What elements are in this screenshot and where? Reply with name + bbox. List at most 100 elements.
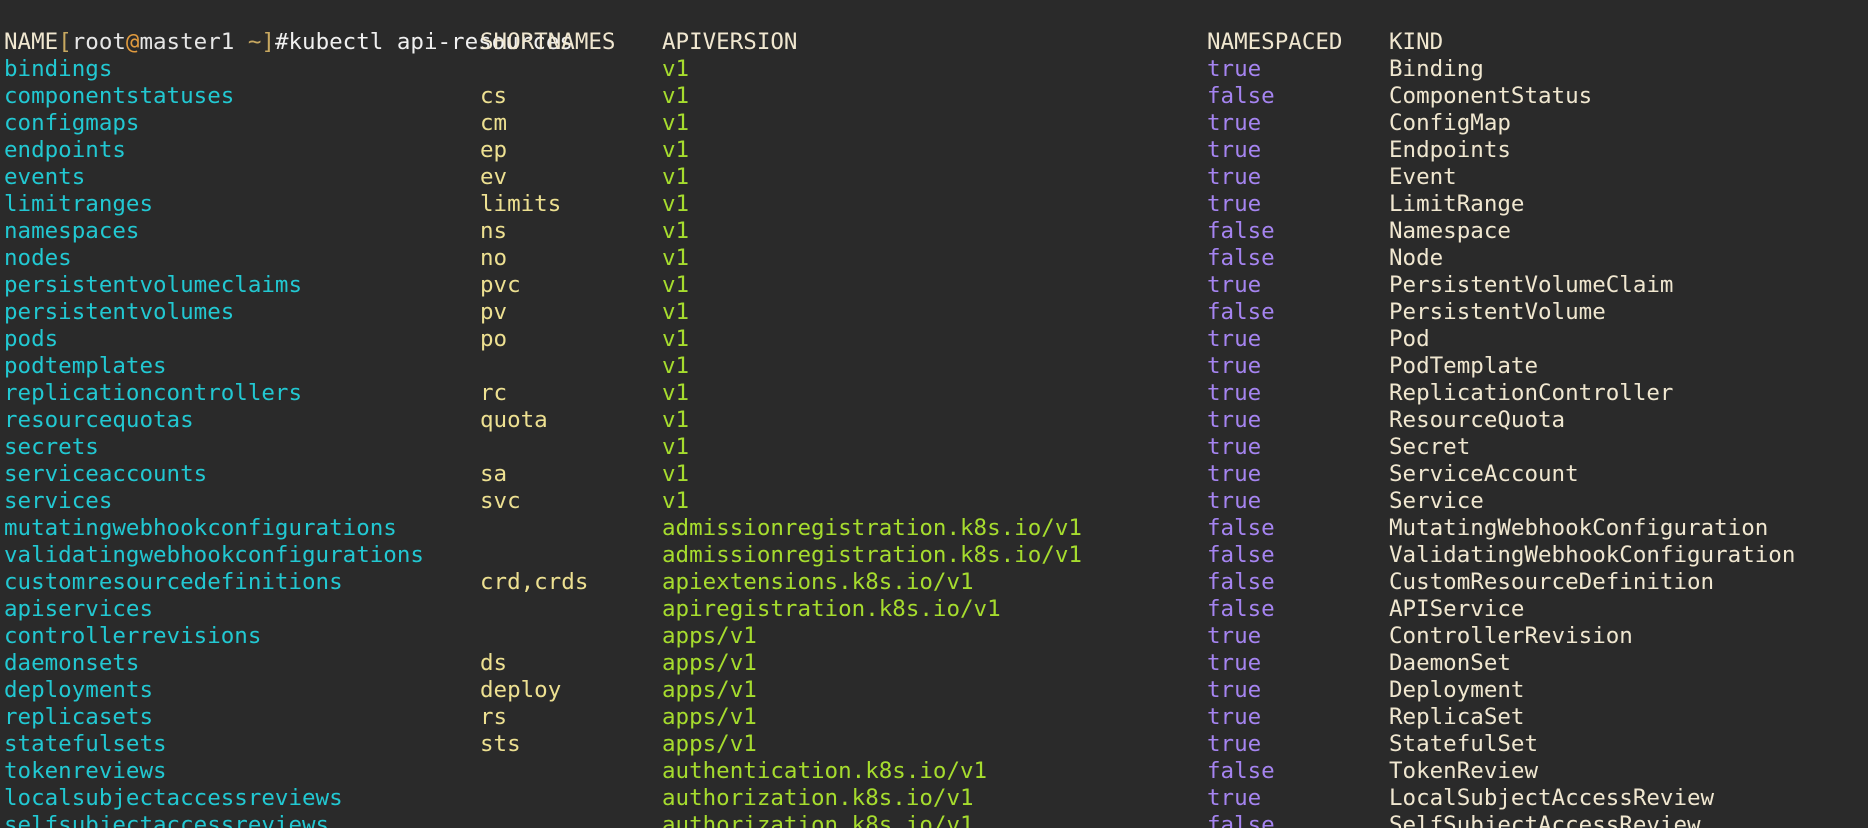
cell-kind: StatefulSet [1389, 731, 1539, 757]
cell-kind: Namespace [1389, 218, 1511, 244]
cell-apiversion: admissionregistration.k8s.io/v1 [662, 542, 1082, 568]
cell-kind: LimitRange [1389, 191, 1525, 217]
cell-namespaced: true [1207, 164, 1262, 190]
cell-apiversion: v1 [662, 218, 690, 244]
header-kind: KIND [1389, 29, 1444, 55]
cell-name: endpoints [4, 137, 126, 163]
cell-shortnames: pv [480, 299, 508, 325]
cell-name: persistentvolumeclaims [4, 272, 303, 298]
cell-namespaced: true [1207, 461, 1262, 487]
table-row: events ev v1 true Event [4, 164, 1868, 191]
cell-namespaced: false [1207, 812, 1275, 828]
cell-namespaced: true [1207, 434, 1262, 460]
cell-name: resourcequotas [4, 407, 194, 433]
cell-apiversion: apps/v1 [662, 623, 757, 649]
cell-namespaced: true [1207, 353, 1262, 379]
cell-apiversion: v1 [662, 461, 690, 487]
cell-name: controllerrevisions [4, 623, 262, 649]
table-row: mutatingwebhookconfigurations admissionre… [4, 515, 1868, 542]
cell-name: limitranges [4, 191, 154, 217]
table-row: nodes no v1 false Node [4, 245, 1868, 272]
cell-shortnames: svc [480, 488, 521, 514]
cell-shortnames: sa [480, 461, 508, 487]
cell-apiversion: apps/v1 [662, 650, 757, 676]
cell-namespaced: true [1207, 407, 1262, 433]
cell-name: tokenreviews [4, 758, 167, 784]
cell-shortnames: crd,crds [480, 569, 589, 595]
cell-name: configmaps [4, 110, 140, 136]
cell-name: localsubjectaccessreviews [4, 785, 343, 811]
cell-name: replicationcontrollers [4, 380, 303, 406]
table-row: resourcequotas quota v1 true ResourceQuota [4, 407, 1868, 434]
cell-namespaced: false [1207, 596, 1275, 622]
cell-name: mutatingwebhookconfigurations [4, 515, 397, 541]
table-row: pods po v1 true Pod [4, 326, 1868, 353]
cell-name: pods [4, 326, 59, 352]
cell-namespaced: true [1207, 380, 1262, 406]
cell-kind: Secret [1389, 434, 1471, 460]
cell-kind: ValidatingWebhookConfiguration [1389, 542, 1796, 568]
cell-namespaced: false [1207, 299, 1275, 325]
cell-namespaced: true [1207, 677, 1262, 703]
cell-name: statefulsets [4, 731, 167, 757]
cell-kind: SelfSubjectAccessReview [1389, 812, 1701, 828]
cell-kind: Binding [1389, 56, 1484, 82]
header-namespaced: NAMESPACED [1207, 29, 1343, 55]
cell-apiversion: v1 [662, 272, 690, 298]
cell-kind: Node [1389, 245, 1444, 271]
cell-kind: TokenReview [1389, 758, 1539, 784]
table-row: apiservices apiregistration.k8s.io/v1 fals… [4, 596, 1868, 623]
cell-apiversion: v1 [662, 245, 690, 271]
cell-kind: PersistentVolume [1389, 299, 1606, 325]
table-row: localsubjectaccessreviews authorization.k… [4, 785, 1868, 812]
cell-kind: CustomResourceDefinition [1389, 569, 1715, 595]
cell-kind: DaemonSet [1389, 650, 1511, 676]
cell-shortnames: rc [480, 380, 508, 406]
cell-apiversion: v1 [662, 83, 690, 109]
cell-name: events [4, 164, 86, 190]
cell-name: validatingwebhookconfigurations [4, 542, 424, 568]
cell-name: bindings [4, 56, 113, 82]
table-row: customresourcedefinitions crd,crds apiexte… [4, 569, 1868, 596]
cell-shortnames: rs [480, 704, 508, 730]
table-row: serviceaccounts sa v1 true ServiceAccount [4, 461, 1868, 488]
cell-apiversion: apps/v1 [662, 731, 757, 757]
cell-apiversion: apps/v1 [662, 704, 757, 730]
cell-name: services [4, 488, 113, 514]
cell-apiversion: authorization.k8s.io/v1 [662, 812, 974, 828]
table-row: daemonsets ds apps/v1 true DaemonSet [4, 650, 1868, 677]
cell-namespaced: true [1207, 56, 1262, 82]
cell-apiversion: v1 [662, 407, 690, 433]
table-row: podtemplates v1 true PodTemplate [4, 353, 1868, 380]
table-row: selfsubjectaccessreviews authorization.k8… [4, 812, 1868, 828]
cell-shortnames: cm [480, 110, 508, 136]
table-row: replicationcontrollers rc v1 true Replicatio… [4, 380, 1868, 407]
cell-name: apiservices [4, 596, 154, 622]
table-row: replicasets rs apps/v1 true ReplicaSet [4, 704, 1868, 731]
header-name: NAME [4, 29, 59, 55]
cell-shortnames: po [480, 326, 508, 352]
cell-shortnames: limits [480, 191, 562, 217]
cell-shortnames: deploy [480, 677, 562, 703]
cell-kind: ResourceQuota [1389, 407, 1566, 433]
cell-shortnames: ev [480, 164, 508, 190]
cell-kind: Event [1389, 164, 1457, 190]
cell-kind: ReplicationController [1389, 380, 1674, 406]
table-row: tokenreviews authentication.k8s.io/v1 fals… [4, 758, 1868, 785]
table-row: secrets v1 true Secret [4, 434, 1868, 461]
cell-namespaced: true [1207, 704, 1262, 730]
cell-apiversion: apiregistration.k8s.io/v1 [662, 596, 1001, 622]
cell-namespaced: false [1207, 83, 1275, 109]
cell-name: nodes [4, 245, 72, 271]
table-row: controllerrevisions apps/v1 true Controller… [4, 623, 1868, 650]
cell-kind: ReplicaSet [1389, 704, 1525, 730]
cell-name: namespaces [4, 218, 140, 244]
cell-name: componentstatuses [4, 83, 235, 109]
cell-kind: PodTemplate [1389, 353, 1539, 379]
cell-kind: Pod [1389, 326, 1430, 352]
cell-kind: Deployment [1389, 677, 1525, 703]
cell-apiversion: apps/v1 [662, 677, 757, 703]
terminal-window[interactable]: [root@master1 ~]#kubectl api-resources N… [0, 0, 1868, 828]
table-row: bindings v1 true Binding [4, 56, 1868, 83]
cell-apiversion: v1 [662, 164, 690, 190]
